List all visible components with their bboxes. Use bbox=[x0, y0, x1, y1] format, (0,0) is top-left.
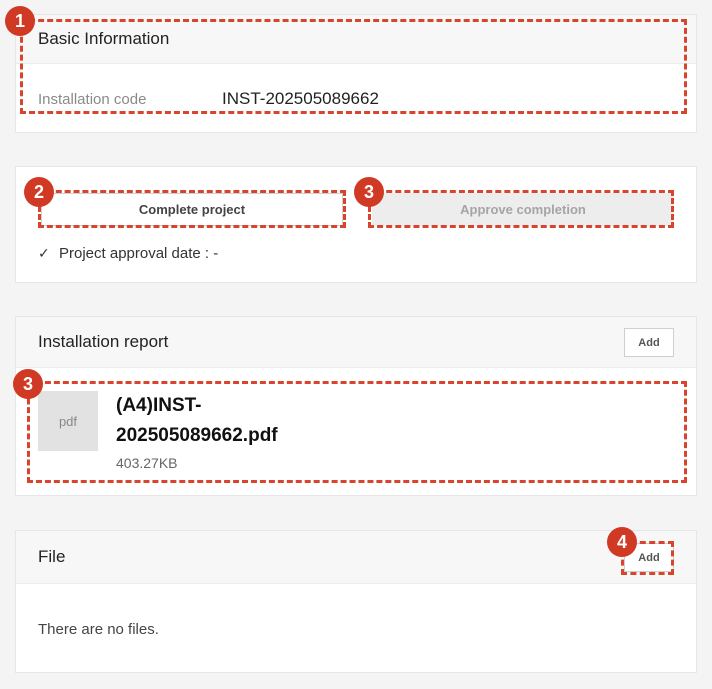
file-title: File bbox=[38, 547, 66, 566]
no-files-message: There are no files. bbox=[38, 621, 159, 638]
project-approval-date: Project approval date : - bbox=[59, 245, 219, 262]
file-header: File bbox=[16, 531, 696, 584]
annotation-badge-3a: 3 bbox=[354, 177, 384, 207]
installation-report-panel: Installation report Add pdf (A4)INST- 20… bbox=[15, 316, 697, 496]
installation-code-value: INST-202505089662 bbox=[222, 89, 379, 108]
installation-report-header: Installation report bbox=[16, 317, 696, 368]
complete-project-button[interactable]: Complete project bbox=[41, 193, 343, 226]
installation-report-title: Installation report bbox=[38, 332, 169, 351]
check-icon: ✓ bbox=[38, 245, 50, 261]
installation-report-add-button[interactable]: Add bbox=[624, 328, 674, 357]
installation-report-file-item[interactable]: pdf (A4)INST- 202505089662.pdf 403.27KB bbox=[36, 389, 676, 481]
file-size: 403.27KB bbox=[116, 455, 178, 471]
installation-code-label: Installation code bbox=[38, 91, 147, 108]
basic-information-title: Basic Information bbox=[38, 29, 170, 48]
annotation-badge-4: 4 bbox=[607, 527, 637, 557]
annotation-badge-1: 1 bbox=[5, 6, 35, 36]
basic-information-panel: Basic Information Installation code INST… bbox=[15, 14, 697, 133]
annotation-badge-3b: 3 bbox=[13, 369, 43, 399]
approve-completion-button[interactable]: Approve completion bbox=[372, 193, 674, 226]
file-name-line-2: 202505089662.pdf bbox=[116, 425, 278, 446]
basic-information-header: Basic Information bbox=[16, 15, 696, 64]
pdf-file-icon: pdf bbox=[38, 391, 98, 451]
pdf-file-icon-label: pdf bbox=[58, 413, 78, 429]
annotation-badge-2: 2 bbox=[24, 177, 54, 207]
file-name-line-1: (A4)INST- bbox=[116, 395, 202, 416]
file-panel: File Add There are no files. bbox=[15, 530, 697, 673]
